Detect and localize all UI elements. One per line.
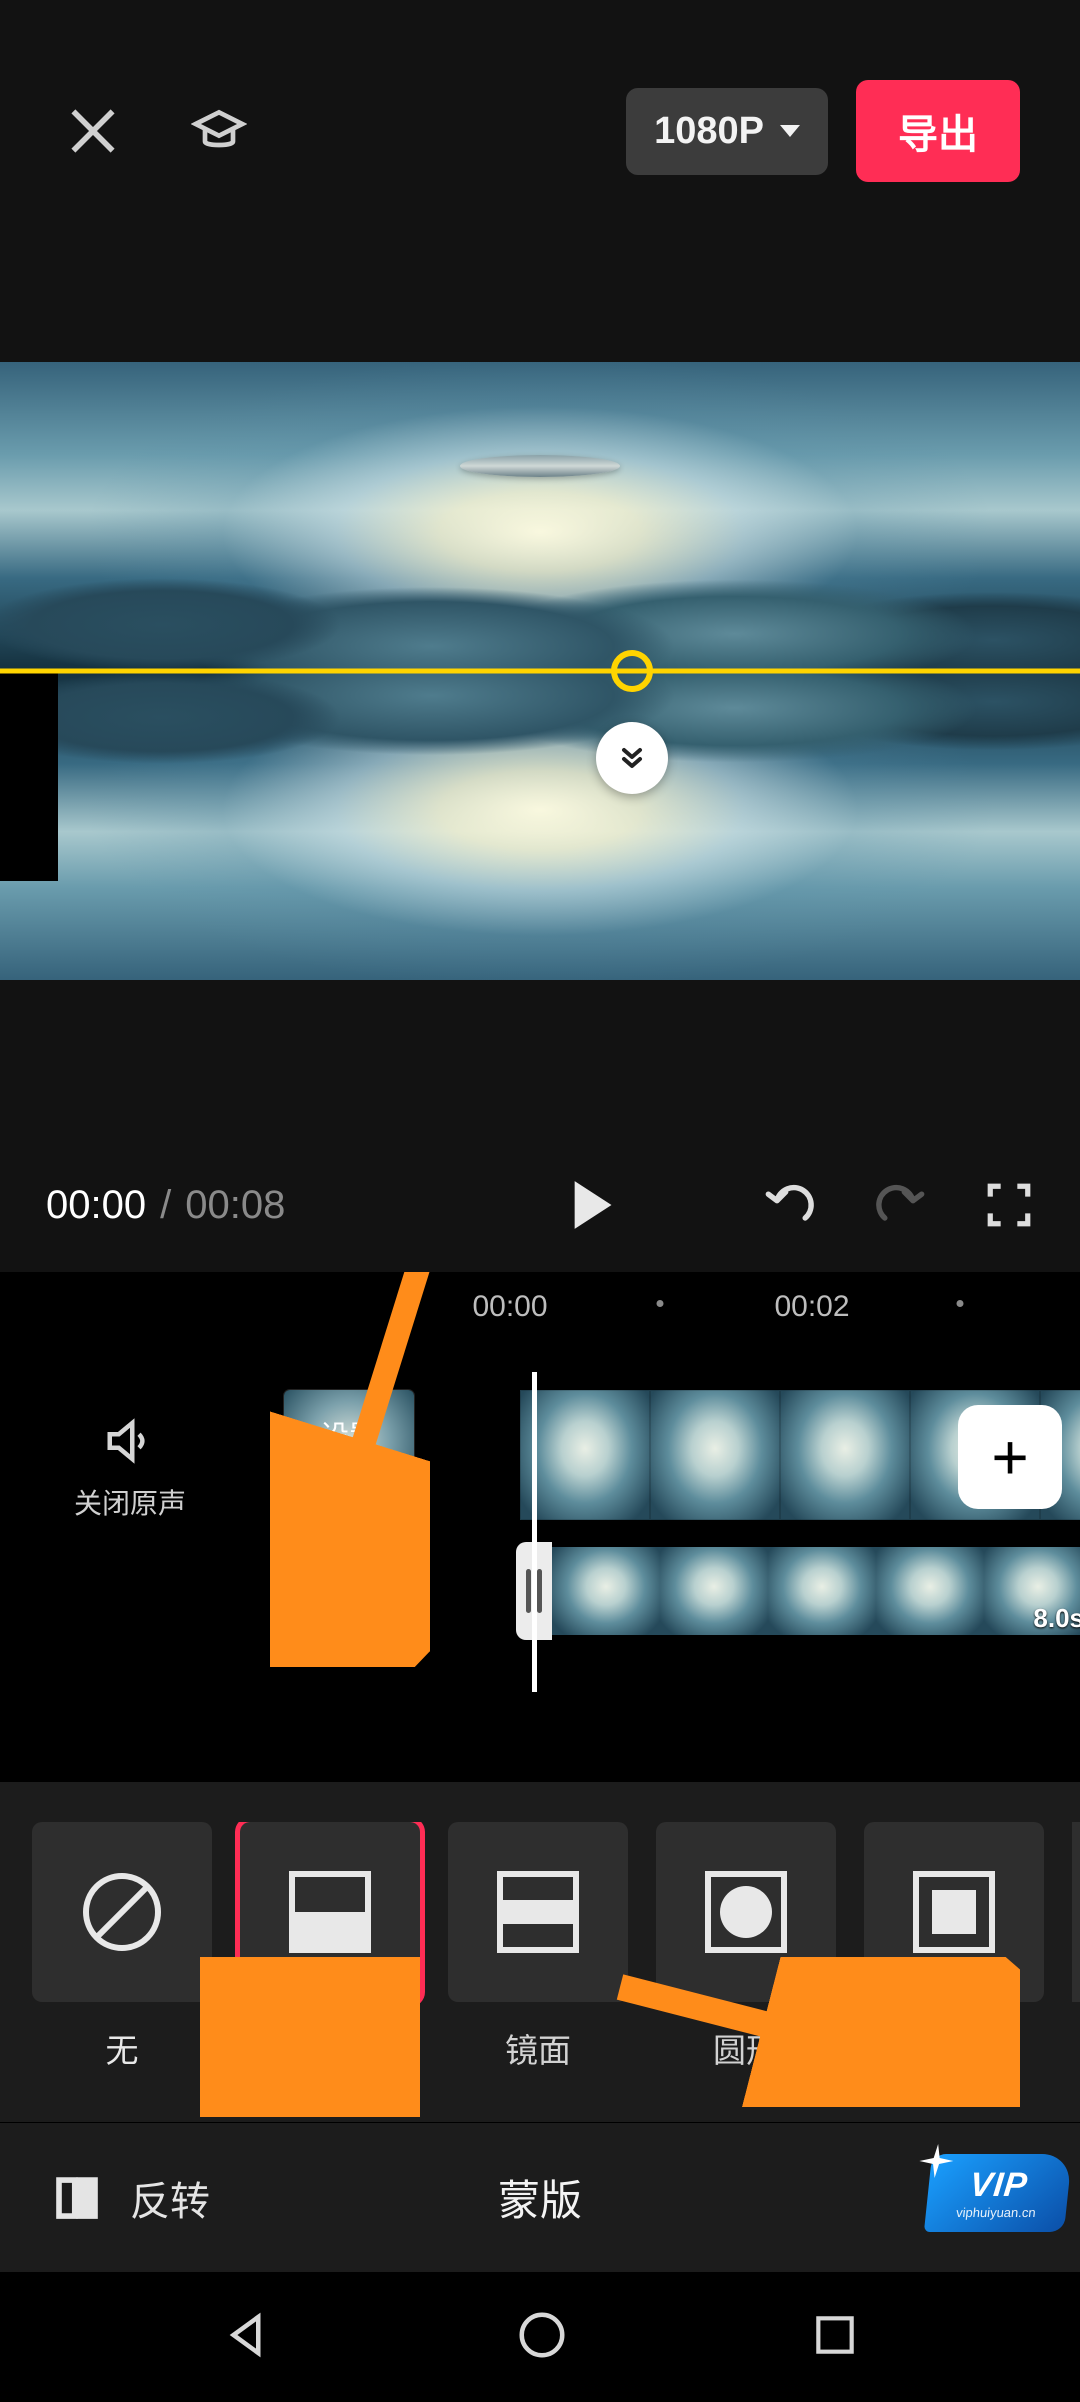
overlay-track-clip[interactable]: 8.0s — [516, 1542, 1080, 1640]
nav-back-button[interactable] — [220, 2308, 274, 2367]
rect-mask-icon — [904, 1862, 1004, 1962]
close-button[interactable] — [65, 103, 121, 159]
preview-cloud-streak — [460, 455, 620, 477]
fullscreen-button[interactable] — [984, 1180, 1034, 1230]
watermark-text: VIP — [968, 2166, 1030, 2205]
mask-option-label: 镜面 — [505, 2024, 571, 2072]
undo-icon — [764, 1179, 816, 1231]
mask-divider-line[interactable] — [0, 669, 1080, 674]
play-icon — [570, 1179, 614, 1231]
mask-option-label: 线性 — [297, 2024, 363, 2072]
ruler-dot — [657, 1300, 664, 1307]
watermark-url: viphuiyuan.cn — [955, 2205, 1036, 2220]
clip-thumbnail — [780, 1390, 910, 1520]
triangle-back-icon — [220, 2308, 274, 2362]
current-time: 00:00 — [46, 1183, 146, 1228]
graduation-cap-icon — [191, 103, 247, 159]
add-clip-button[interactable]: + — [958, 1405, 1062, 1509]
square-recent-icon — [810, 2310, 860, 2360]
invert-icon — [50, 2171, 104, 2225]
redo-button[interactable] — [874, 1179, 926, 1231]
time-readout: 00:00 / 00:08 — [46, 1183, 285, 1228]
watermark-badge: VIP viphuiyuan.cn — [924, 2154, 1072, 2232]
timeline[interactable]: 00:00 00:02 关闭原声 设置 封面 + — [0, 1272, 1080, 1782]
resolution-selector[interactable]: 1080P — [626, 88, 828, 175]
mask-option-label: 圆形 — [713, 2024, 779, 2072]
clip-thumbnail — [650, 1390, 780, 1520]
top-bar-left — [65, 103, 247, 159]
mask-option-mirror[interactable]: 镜面 — [448, 1822, 628, 2072]
nav-home-button[interactable] — [515, 2308, 569, 2367]
fullscreen-icon — [984, 1180, 1034, 1230]
resolution-label: 1080P — [654, 110, 764, 153]
clip-thumbnail — [876, 1547, 984, 1635]
none-icon — [77, 1867, 167, 1957]
sparkle-icon — [918, 2144, 956, 2178]
circle-home-icon — [515, 2308, 569, 2362]
close-icon — [65, 103, 121, 159]
export-button[interactable]: 导出 — [856, 80, 1020, 182]
clip-duration-badge: 8.0s — [1033, 1603, 1080, 1634]
preview-clouds-upper — [0, 362, 1080, 671]
mask-option-label: 无 — [106, 2024, 139, 2072]
mask-option-label: 矩形 — [921, 2024, 987, 2072]
mask-options-scroll[interactable]: 无 线性 镜面 — [0, 1822, 1080, 2072]
invert-label: 反转 — [130, 2169, 210, 2227]
transport-bar: 00:00 / 00:08 — [0, 1168, 1080, 1242]
chevron-double-down-icon — [616, 742, 648, 774]
caret-down-icon — [780, 125, 800, 137]
mirror-mask-icon — [488, 1862, 588, 1962]
mask-option-rect[interactable]: 矩形 — [864, 1822, 1044, 2072]
undo-button[interactable] — [764, 1179, 816, 1231]
panel-title: 蒙版 — [498, 2167, 582, 2228]
speaker-icon — [103, 1414, 157, 1468]
system-nav-bar — [0, 2272, 1080, 2402]
timeline-playhead[interactable] — [532, 1372, 537, 1692]
preview-black-strip — [0, 671, 58, 881]
mask-option-circle[interactable]: 圆形 — [656, 1822, 836, 2072]
clip-thumbnail — [768, 1547, 876, 1635]
time-separator: / — [160, 1183, 171, 1228]
tutorial-button[interactable] — [191, 103, 247, 159]
total-duration: 00:08 — [185, 1183, 285, 1228]
ruler-tick-label: 00:00 — [472, 1290, 547, 1324]
mask-action-row: 反转 蒙版 — [0, 2122, 1080, 2272]
mask-option-linear[interactable]: 线性 — [240, 1822, 420, 2072]
video-preview[interactable] — [0, 362, 1080, 980]
clip-thumbnail — [552, 1547, 660, 1635]
circle-mask-icon — [696, 1862, 796, 1962]
set-cover-button[interactable]: 设置 封面 — [284, 1390, 414, 1520]
mask-options-toolbar: 无 线性 镜面 — [0, 1782, 1080, 2122]
mute-label: 关闭原声 — [74, 1482, 186, 1522]
invert-mask-button[interactable]: 反转 — [50, 2169, 210, 2227]
play-button[interactable] — [570, 1179, 614, 1231]
clip-thumbnail — [520, 1390, 650, 1520]
ruler-dot — [957, 1300, 964, 1307]
mask-option-none[interactable]: 无 — [32, 1822, 212, 2072]
mask-expand-button[interactable] — [596, 722, 668, 794]
mute-audio-button[interactable]: 关闭原声 — [0, 1372, 260, 1522]
mask-option-more[interactable] — [1072, 1822, 1080, 2072]
preview-clouds-lower — [0, 671, 1080, 980]
top-bar: 1080P 导出 — [0, 0, 1080, 222]
nav-recent-button[interactable] — [810, 2310, 860, 2365]
mask-drag-handle[interactable] — [611, 650, 653, 692]
top-bar-right: 1080P 导出 — [626, 80, 1020, 182]
ruler-tick-label: 00:02 — [774, 1290, 849, 1324]
clip-thumbnail — [660, 1547, 768, 1635]
linear-mask-icon — [280, 1862, 380, 1962]
cover-label: 设置 封面 — [320, 1419, 378, 1492]
redo-icon — [874, 1179, 926, 1231]
timeline-ruler: 00:00 00:02 — [0, 1272, 1080, 1332]
timeline-tracks: 关闭原声 设置 封面 + 8.0s — [0, 1372, 1080, 1672]
